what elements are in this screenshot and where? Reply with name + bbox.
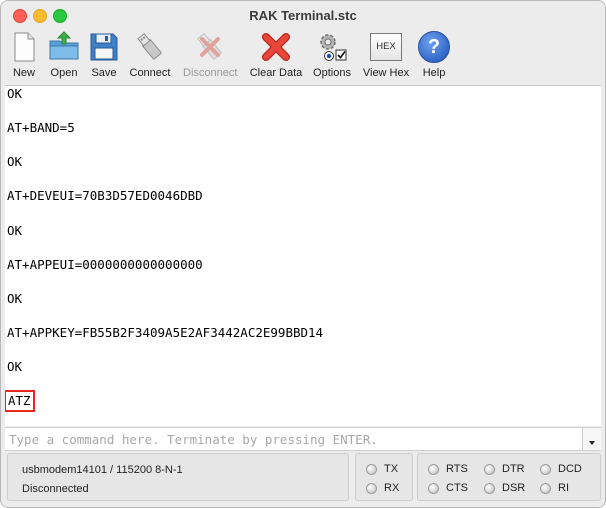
help-button[interactable]: ? Help	[417, 29, 451, 83]
clear-x-icon	[262, 33, 290, 61]
view-hex-label: View Hex	[362, 67, 410, 79]
connection-status-panel: usbmodem14101 / 115200 8-N-1 Disconnecte…	[7, 453, 349, 501]
tx-indicator-icon	[366, 464, 377, 475]
dcd-indicator-icon	[540, 464, 551, 475]
dtr-indicator-icon	[484, 464, 495, 475]
title-bar: RAK Terminal.stc	[1, 1, 605, 29]
rx-indicator-icon	[366, 483, 377, 494]
terminal-line: AT+APPKEY=FB55B2F3409A5E2AF3442AC2E99BBD…	[7, 325, 324, 340]
terminal-output[interactable]: OK AT+BAND=5 OK AT+DEVEUI=70B3D57ED0046D…	[5, 85, 601, 426]
hex-icon: HEX	[370, 33, 402, 61]
options-gear-icon	[320, 34, 347, 61]
signal-lines-panel: RTS CTS DTR DSR DCD RI	[417, 453, 601, 501]
status-bar: usbmodem14101 / 115200 8-N-1 Disconnecte…	[7, 453, 601, 501]
cts-label: CTS	[446, 482, 468, 494]
dtr-label: DTR	[502, 463, 525, 475]
terminal-line: OK	[7, 86, 23, 101]
view-hex-button[interactable]: HEX View Hex	[363, 29, 409, 83]
connect-button[interactable]: Connect	[130, 29, 170, 83]
terminal-line: OK	[7, 223, 23, 238]
disconnect-label: Disconnect	[183, 67, 238, 79]
tx-label: TX	[384, 463, 399, 475]
new-button[interactable]: New	[7, 29, 41, 83]
ri-label: RI	[558, 482, 569, 494]
command-input[interactable]	[5, 428, 579, 450]
clear-data-button[interactable]: Clear Data	[250, 29, 302, 83]
app-window: RAK Terminal.stc New Open Save Connect D…	[0, 0, 606, 508]
command-bar	[5, 427, 601, 451]
rx-label: RX	[384, 482, 400, 494]
terminal-line: OK	[7, 359, 23, 374]
tx-rx-panel: TX RX	[355, 453, 413, 501]
help-label: Help	[422, 67, 446, 79]
port-settings-text: usbmodem14101 / 115200 8-N-1	[22, 464, 183, 476]
open-button[interactable]: Open	[47, 29, 81, 83]
rts-indicator-icon	[428, 464, 439, 475]
window-title: RAK Terminal.stc	[249, 8, 357, 23]
connect-label: Connect	[129, 67, 171, 79]
hex-icon-text: HEX	[376, 41, 396, 52]
help-icon-text: ?	[427, 36, 441, 58]
command-history-dropdown[interactable]	[582, 428, 601, 450]
usb-plug-icon	[137, 32, 162, 60]
terminal-line: AT+APPEUI=0000000000000000	[7, 257, 203, 272]
toolbar: New Open Save Connect Disconnect Clear D…	[1, 29, 605, 83]
open-folder-icon	[49, 31, 79, 60]
dcd-label: DCD	[558, 463, 582, 475]
options-button[interactable]: Options	[313, 29, 351, 83]
options-label: Options	[313, 67, 351, 79]
disconnect-button[interactable]: Disconnect	[183, 29, 237, 83]
disconnect-plug-icon	[197, 32, 222, 60]
ri-indicator-icon	[540, 483, 551, 494]
save-disk-icon	[90, 33, 118, 61]
help-question-icon: ?	[418, 31, 450, 63]
clear-data-label: Clear Data	[249, 67, 303, 79]
dsr-label: DSR	[502, 482, 526, 494]
terminal-line-highlighted: ATZ	[5, 390, 35, 412]
terminal-line: AT+BAND=5	[7, 120, 75, 135]
terminal-line: OK	[7, 154, 23, 169]
terminal-line: OK	[7, 291, 23, 306]
terminal-line: AT+DEVEUI=70B3D57ED0046DBD	[7, 188, 203, 203]
connection-state-text: Disconnected	[22, 483, 89, 495]
new-document-icon	[14, 32, 35, 62]
save-button[interactable]: Save	[87, 29, 121, 83]
dsr-indicator-icon	[484, 483, 495, 494]
cts-indicator-icon	[428, 483, 439, 494]
rts-label: RTS	[446, 463, 468, 475]
